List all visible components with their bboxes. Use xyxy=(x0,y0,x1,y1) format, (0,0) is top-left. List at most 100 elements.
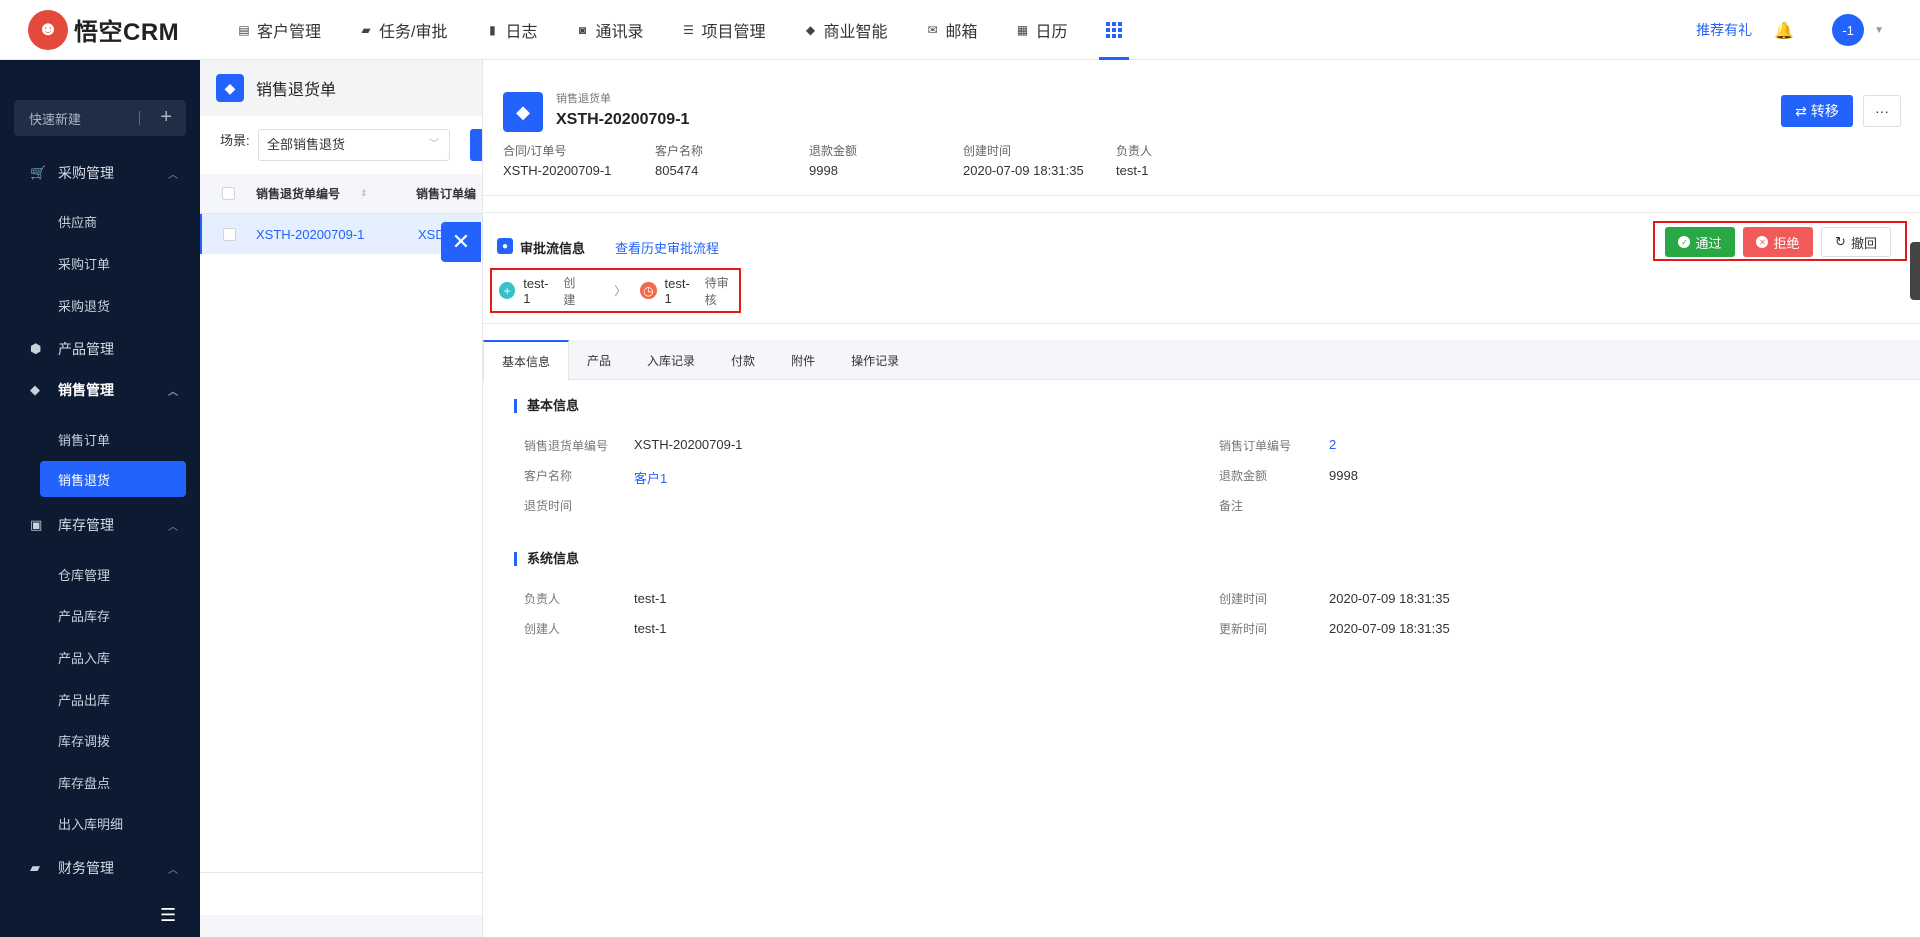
top-right-tools: 推荐有礼 🔔 -1 ▼ xyxy=(1696,0,1884,60)
transfer-button[interactable]: ⇄ 转移 xyxy=(1781,95,1853,127)
group-label: 销售管理 xyxy=(58,382,114,398)
nav-customer[interactable]: ▤ 客户管理 xyxy=(218,0,340,60)
nav-contacts[interactable]: ◙ 通讯录 xyxy=(556,0,662,60)
meta-value: test-1 xyxy=(1116,163,1149,178)
chevron-right-icon: 〉 xyxy=(614,284,627,298)
row-checkbox[interactable] xyxy=(222,227,236,241)
x-circle-icon: ✕ xyxy=(1756,236,1769,248)
detail-title: XSTH-20200709-1 xyxy=(556,111,690,128)
nav-mail[interactable]: ✉ 邮箱 xyxy=(907,0,997,60)
quick-new-label: 快速新建 xyxy=(29,111,82,127)
field-value: 2020-07-09 18:31:35 xyxy=(1329,621,1450,636)
chevron-down-icon[interactable]: ▼ xyxy=(1874,25,1884,36)
nav-label: 通讯录 xyxy=(595,23,644,41)
sidebar-item-product-out[interactable]: 产品出库 xyxy=(58,690,110,709)
nav-bi[interactable]: ◆ 商业智能 xyxy=(785,0,907,60)
tab-operation-log[interactable]: 操作记录 xyxy=(833,340,917,380)
nav-project[interactable]: ☰ 项目管理 xyxy=(663,0,785,60)
archive-icon: ▣ xyxy=(30,517,43,532)
phone-book-icon: ◙ xyxy=(578,22,587,37)
bell-icon[interactable]: 🔔 xyxy=(1774,21,1794,40)
box-icon: ⬢ xyxy=(30,341,42,356)
tab-basic-info[interactable]: 基本信息 xyxy=(483,340,570,381)
collapse-menu-icon[interactable]: ☰ xyxy=(160,905,176,926)
sidebar-item-purchase-order[interactable]: 采购订单 xyxy=(58,254,110,273)
sidebar-group-sales[interactable]: ◆ 销售管理 ︿ xyxy=(0,370,200,410)
sidebar-item-product-in[interactable]: 产品入库 xyxy=(58,648,110,667)
meta-label: 创建时间 xyxy=(963,144,1012,158)
brand-logo[interactable]: ☻ 悟空CRM xyxy=(28,9,218,50)
sidebar-item-sales-return[interactable]: 销售退货 xyxy=(40,461,186,497)
list-panel: ◆ 销售退货单 场景: 全部销售退货 ﹀ 销售退货单编号 ⇕ 销售订单编 XST… xyxy=(200,60,490,937)
field-label: 创建时间 xyxy=(1219,592,1268,606)
group-label: 产品管理 xyxy=(58,341,114,357)
tag-icon: ◆ xyxy=(30,382,40,397)
sidebar-group-finance[interactable]: ▰ 财务管理 ︿ xyxy=(0,848,200,888)
sidebar-item-supplier[interactable]: 供应商 xyxy=(58,212,97,231)
quick-new-button[interactable]: 快速新建 + xyxy=(14,100,186,136)
approval-history-link[interactable]: 查看历史审批流程 xyxy=(615,238,719,257)
field-label: 负责人 xyxy=(524,592,561,606)
chevron-down-icon: ﹀ xyxy=(429,139,439,150)
field-label: 更新时间 xyxy=(1219,622,1268,636)
sidebar-item-warehouse[interactable]: 仓库管理 xyxy=(58,565,110,584)
sales-order-link[interactable]: 2 xyxy=(1329,437,1336,452)
section-title-basic: 基本信息 xyxy=(514,399,579,413)
sidebar-item-product-stock[interactable]: 产品库存 xyxy=(58,606,110,625)
side-drawer-handle[interactable] xyxy=(1910,242,1920,300)
scene-select[interactable]: 全部销售退货 ﹀ xyxy=(258,129,450,161)
meta-value: XSTH-20200709-1 xyxy=(503,163,612,178)
sidebar-item-sales-order[interactable]: 销售订单 xyxy=(58,430,110,449)
approval-actions: ✓ 通过 ✕ 拒绝 ↻ 撤回 xyxy=(1653,221,1907,261)
tab-inbound-records[interactable]: 入库记录 xyxy=(629,340,713,380)
reject-button[interactable]: ✕ 拒绝 xyxy=(1743,227,1813,257)
sidebar-group-purchase[interactable]: 🛒 采购管理 ︿ xyxy=(0,153,200,193)
customer-link[interactable]: 客户1 xyxy=(634,468,667,487)
sidebar-item-stock-check[interactable]: 库存盘点 xyxy=(58,773,110,792)
chevron-up-icon: ︿ xyxy=(168,386,178,398)
close-icon[interactable]: ✕ xyxy=(441,222,481,262)
select-all-checkbox[interactable] xyxy=(221,187,235,200)
table-header: 销售退货单编号 ⇕ 销售订单编 xyxy=(200,174,490,214)
nav-calendar[interactable]: ▦ 日历 xyxy=(997,0,1087,60)
sidebar-group-product[interactable]: ⬢ 产品管理 xyxy=(0,329,200,369)
calendar-icon: ▦ xyxy=(1016,22,1029,37)
plus-circle-icon: + xyxy=(499,282,516,299)
field-value: 2020-07-09 18:31:35 xyxy=(1329,591,1450,606)
sidebar-item-stock-detail[interactable]: 出入库明细 xyxy=(58,814,123,833)
tab-payment[interactable]: 付款 xyxy=(713,340,773,380)
recommend-link[interactable]: 推荐有礼 xyxy=(1696,20,1752,40)
nav-label: 商业智能 xyxy=(823,23,888,41)
nav-task-approval[interactable]: ▰ 任务/审批 xyxy=(340,0,466,60)
user-icon: ● xyxy=(497,238,513,254)
nav-apps[interactable] xyxy=(1087,0,1141,60)
refresh-icon: ↻ xyxy=(1835,234,1846,249)
row-code-link[interactable]: XSTH-20200709-1 xyxy=(256,227,406,242)
list-footer xyxy=(200,915,490,937)
detail-subtitle: 销售退货单 xyxy=(556,93,611,105)
flow-user: test-1 xyxy=(664,275,690,306)
sidebar-group-inventory[interactable]: ▣ 库存管理 ︿ xyxy=(0,505,200,545)
approve-button[interactable]: ✓ 通过 xyxy=(1665,227,1735,257)
scene-value: 全部销售退货 xyxy=(267,137,346,152)
more-button[interactable]: ··· xyxy=(1863,95,1901,127)
plus-icon[interactable]: + xyxy=(160,106,172,129)
flow-state: 创建 xyxy=(563,275,576,307)
sort-icon[interactable]: ⇕ xyxy=(360,188,370,199)
chevron-up-icon: ︿ xyxy=(168,521,178,533)
meta-value: 2020-07-09 18:31:35 xyxy=(963,163,1084,178)
sidebar-item-stock-transfer[interactable]: 库存调拨 xyxy=(58,731,110,750)
column-header-code[interactable]: 销售退货单编号 xyxy=(256,185,406,202)
nav-label: 任务/审批 xyxy=(379,23,448,41)
avatar[interactable]: -1 xyxy=(1832,14,1865,46)
revoke-button[interactable]: ↻ 撤回 xyxy=(1821,227,1891,257)
meta-label: 负责人 xyxy=(1116,144,1153,158)
chevron-up-icon: ︿ xyxy=(168,864,178,876)
tab-attachments[interactable]: 附件 xyxy=(773,340,833,380)
nav-log[interactable]: ▮ 日志 xyxy=(466,0,556,60)
column-header-order[interactable]: 销售订单编 xyxy=(416,185,476,202)
clock-icon: ◷ xyxy=(640,282,657,299)
brand-name: 悟空CRM xyxy=(74,19,180,46)
sidebar-item-purchase-return[interactable]: 采购退货 xyxy=(58,296,110,315)
tab-products[interactable]: 产品 xyxy=(569,340,629,380)
